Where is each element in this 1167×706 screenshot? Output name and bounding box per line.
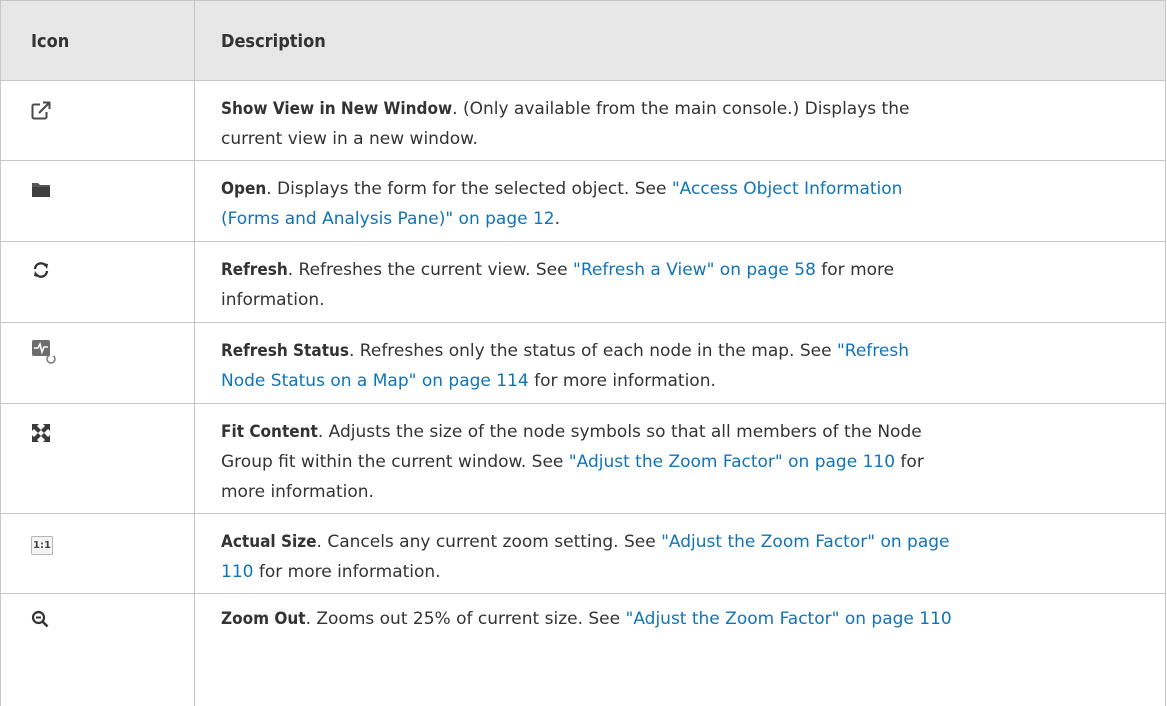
row-text: . Refreshes only the status of each node…: [349, 341, 837, 361]
cross-reference-link[interactable]: "Adjust the Zoom Factor" on page 110: [626, 609, 952, 629]
row-text: . Adjusts the size of the node symbols s…: [317, 422, 922, 442]
row-text: for more: [815, 260, 895, 280]
row-text: . Refreshes the current view. See: [287, 260, 573, 280]
cross-reference-link[interactable]: "Refresh: [837, 341, 909, 361]
cross-reference-link[interactable]: "Refresh a View" on page 58: [573, 260, 816, 280]
header-description: Description: [221, 31, 326, 52]
fit-content-icon: [31, 423, 51, 447]
row-text: for more information.: [253, 562, 441, 582]
refresh-icon: [31, 260, 51, 284]
row-description: Zoom Out. Zooms out 25% of current size.…: [221, 604, 1145, 634]
row-text: . Displays the form for the selected obj…: [266, 179, 672, 199]
row-title: Refresh: [221, 260, 288, 280]
cross-reference-link[interactable]: "Adjust the Zoom Factor" on page: [661, 532, 949, 552]
zoom-out-icon: [31, 610, 49, 632]
row-text: . (Only available from the main console.…: [452, 99, 910, 119]
folder-icon: [31, 180, 51, 202]
table-header: Icon Description: [1, 0, 1165, 81]
row-title: Refresh Status: [221, 341, 349, 361]
row-description: Show View in New Window. (Only available…: [221, 94, 1145, 154]
row-title: Fit Content: [221, 422, 318, 442]
table-row: Open. Displays the form for the selected…: [1, 161, 1165, 242]
external-window-icon: [31, 101, 51, 125]
actual-size-icon: 1:1: [31, 536, 53, 555]
row-title: Actual Size: [221, 532, 317, 552]
row-text: for more information.: [528, 371, 716, 391]
row-title: Show View in New Window: [221, 99, 453, 119]
icon-description-table: Icon Description Show View in New Window…: [0, 0, 1166, 706]
cross-reference-link[interactable]: 110: [221, 562, 253, 582]
row-description: Refresh Status. Refreshes only the statu…: [221, 336, 1145, 396]
table-row: Fit Content. Adjusts the size of the nod…: [1, 404, 1165, 514]
row-description: Open. Displays the form for the selected…: [221, 174, 1145, 234]
table-row: Refresh Status. Refreshes only the statu…: [1, 323, 1165, 404]
table-row: Zoom Out. Zooms out 25% of current size.…: [1, 594, 1165, 706]
row-text: . Cancels any current zoom setting. See: [316, 532, 662, 552]
row-text: . Zooms out 25% of current size. See: [305, 609, 626, 629]
cross-reference-link[interactable]: (Forms and Analysis Pane)" on page 12: [221, 209, 555, 229]
row-text: .: [554, 209, 561, 229]
row-title: Open: [221, 179, 267, 199]
refresh-status-icon: [31, 339, 57, 369]
table-row: 1:1 Actual Size. Cancels any current zoo…: [1, 514, 1165, 594]
row-description: Refresh. Refreshes the current view. See…: [221, 255, 1145, 315]
row-text: Group fit within the current window. See: [221, 452, 569, 472]
row-text: for: [895, 452, 924, 472]
row-text: more information.: [221, 482, 374, 502]
table-row: Refresh. Refreshes the current view. See…: [1, 242, 1165, 323]
header-icon: Icon: [31, 31, 70, 52]
cross-reference-link[interactable]: "Adjust the Zoom Factor" on page 110: [569, 452, 895, 472]
cross-reference-link[interactable]: "Access Object Information: [672, 179, 903, 199]
row-text: current view in a new window.: [221, 129, 478, 149]
row-title: Zoom Out: [221, 609, 306, 629]
row-description: Actual Size. Cancels any current zoom se…: [221, 527, 1145, 587]
table-row: Show View in New Window. (Only available…: [1, 81, 1165, 161]
row-text: information.: [221, 290, 325, 310]
cross-reference-link[interactable]: Node Status on a Map" on page 114: [221, 371, 529, 391]
row-description: Fit Content. Adjusts the size of the nod…: [221, 417, 1145, 507]
